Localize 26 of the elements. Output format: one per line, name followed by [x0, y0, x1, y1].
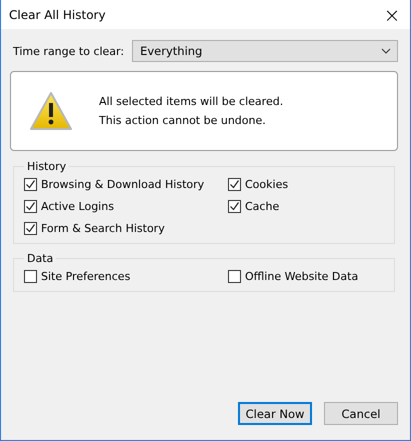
group-title: Data — [26, 252, 54, 265]
window-title: Clear All History — [9, 8, 106, 22]
checkbox[interactable] — [228, 270, 241, 282]
warning-text: All selected items will be cleared. — [99, 95, 284, 108]
checkbox-label[interactable]: Cookies — [245, 178, 288, 190]
group-title: History — [26, 160, 68, 173]
checkbox-label[interactable]: Active Logins — [41, 200, 114, 212]
checkbox[interactable] — [228, 178, 241, 190]
checkbox-label[interactable]: Offline Website Data — [245, 270, 358, 282]
checkbox[interactable] — [24, 222, 37, 234]
warning-icon — [29, 91, 73, 131]
time-range-label: Time range to clear: — [13, 44, 124, 58]
checkbox-label[interactable]: Browsing & Download History — [41, 178, 204, 190]
checkbox-label[interactable]: Site Preferences — [41, 270, 130, 282]
checkbox-label[interactable]: Form & Search History — [41, 222, 165, 234]
checkbox[interactable] — [24, 200, 37, 212]
dialog-button[interactable]: Cancel — [324, 402, 398, 425]
checkbox[interactable] — [24, 270, 37, 282]
checkbox[interactable] — [228, 200, 241, 212]
checkbox[interactable] — [24, 178, 37, 190]
close-button[interactable]: × — [377, 0, 407, 29]
caret-icon — [381, 48, 391, 54]
dialog-button[interactable]: Clear Now — [238, 402, 312, 425]
checkbox-label[interactable]: Cache — [245, 200, 280, 212]
time-range-dropdown[interactable]: Everything — [132, 40, 398, 62]
warning-text: This action cannot be undone. — [99, 114, 267, 127]
